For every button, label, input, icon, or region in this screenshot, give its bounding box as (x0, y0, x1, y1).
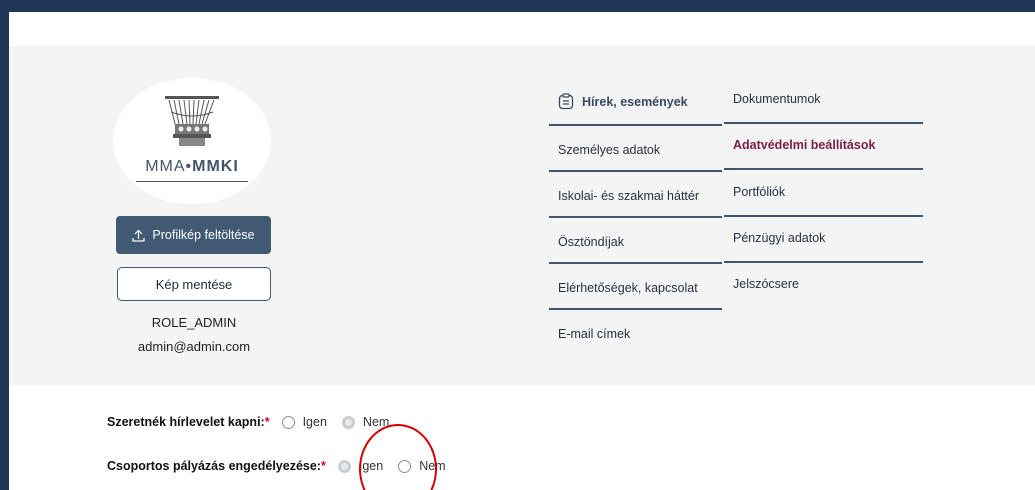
main-panel: MMA•MMKI Profilkép feltöltése Kép mentés… (9, 12, 1035, 490)
menu-divider (549, 308, 722, 310)
clipboard-icon (558, 93, 574, 110)
logo-underline (136, 181, 248, 182)
column-capital-icon (165, 96, 219, 146)
save-image-button[interactable]: Kép mentése (117, 267, 271, 301)
menu-item-privacy-settings[interactable]: Adatvédelmi beállítások (733, 138, 875, 152)
menu-divider (549, 216, 722, 218)
group-application-yes-radio[interactable] (337, 459, 351, 473)
menu-item-email-addresses[interactable]: E-mail címek (558, 327, 630, 341)
menu-divider (724, 168, 923, 170)
menu-item-news-events[interactable]: Hírek, események (558, 93, 688, 110)
group-application-label: Csoportos pályázás engedélyezése: (107, 459, 321, 473)
profile-header: MMA•MMKI Profilkép feltöltése Kép mentés… (9, 46, 1035, 385)
menu-divider (549, 124, 722, 126)
upload-profile-picture-button[interactable]: Profilkép feltöltése (116, 216, 271, 254)
menu-item-password-change[interactable]: Jelszócsere (733, 277, 799, 291)
menu-item-documents[interactable]: Dokumentumok (733, 92, 821, 106)
menu-item-financial-data[interactable]: Pénzügyi adatok (733, 231, 825, 245)
menu-item-personal-data[interactable]: Személyes adatok (558, 143, 660, 157)
required-marker: * (264, 415, 270, 429)
menu-item-education[interactable]: Iskolai- és szakmai háttér (558, 189, 699, 203)
menu-item-portfolios[interactable]: Portfóliók (733, 185, 785, 199)
menu-divider (724, 122, 923, 124)
newsletter-row: Szeretnék hírlevelet kapni: * Igen Nem (107, 415, 404, 429)
logo: MMA•MMKI (113, 78, 271, 204)
upload-button-label: Profilkép feltöltése (152, 228, 255, 242)
newsletter-no-radio[interactable] (341, 415, 355, 429)
menu-divider (724, 215, 923, 217)
newsletter-yes-label[interactable]: Igen (303, 415, 327, 429)
menu-item-scholarships[interactable]: Ösztöndíjak (558, 235, 624, 249)
menu-divider (549, 262, 722, 264)
annotation-circle (359, 424, 437, 490)
required-marker: * (320, 459, 326, 473)
user-role: ROLE_ADMIN (151, 315, 237, 330)
user-email: admin@admin.com (137, 339, 251, 354)
newsletter-label: Szeretnék hírlevelet kapni: (107, 415, 265, 429)
logo-text: MMA•MMKI (145, 158, 239, 175)
newsletter-yes-radio[interactable] (281, 415, 295, 429)
menu-item-contacts[interactable]: Elérhetőségek, kapcsolat (558, 281, 698, 295)
upload-icon (132, 229, 146, 242)
menu-item-label: Hírek, események (582, 94, 688, 109)
menu-divider (549, 170, 722, 172)
menu-divider (724, 261, 923, 263)
